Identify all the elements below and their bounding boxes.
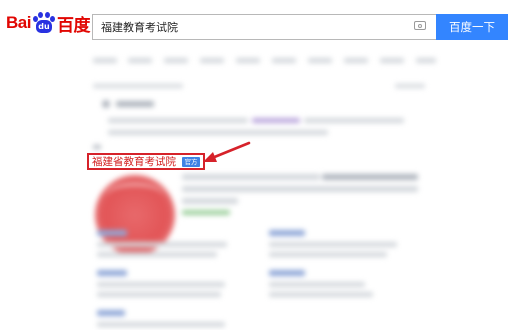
- search-button[interactable]: 百度一下: [436, 14, 508, 40]
- logo-text-baidu: 百度: [56, 15, 91, 35]
- search-box: [92, 14, 436, 40]
- header: Bai du 百度 百度一下: [0, 0, 511, 52]
- paw-label: du: [35, 20, 52, 33]
- result-title-link[interactable]: 福建省教育考试院: [92, 155, 176, 169]
- official-badge: 官方: [182, 157, 200, 167]
- red-arrow-annotation: [203, 141, 251, 162]
- highlighted-official-result: 福建省教育考试院 官方: [87, 153, 205, 170]
- paw-icon: du: [32, 12, 56, 34]
- search-input[interactable]: [93, 15, 401, 39]
- camera-icon[interactable]: [414, 21, 426, 30]
- baidu-logo[interactable]: Bai du 百度: [6, 10, 90, 36]
- logo-text-bai: Bai: [6, 13, 31, 32]
- blurred-results: [0, 52, 511, 330]
